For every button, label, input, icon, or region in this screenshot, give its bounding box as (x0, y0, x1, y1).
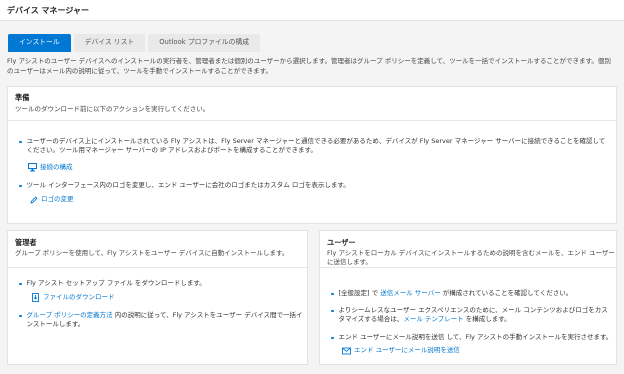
user-subtitle: Fly アシストをローカル デバイスにインストールするための説明を含むメールを、… (327, 249, 615, 267)
list-item: ユーザーのデバイス上にインストールされている Fly アシストは、Fly Ser… (19, 137, 609, 156)
file-download-icon (32, 293, 39, 303)
tab-install[interactable]: インストール (8, 34, 71, 52)
send-mail-icon (342, 347, 351, 355)
tab-device-list[interactable]: デバイス リスト (73, 34, 146, 52)
prep-item2-text: ツール インターフェース内のロゴを変更し、エンド ユーザーに会社のロゴまたはカス… (26, 181, 350, 189)
admin-item2-text: グループ ポリシーの定義方法 内の説明に従って、Fly アシストをユーザー デバ… (27, 311, 310, 330)
prep-title: 準備 (15, 93, 30, 102)
divider (8, 267, 307, 268)
bullet-dot (19, 282, 22, 285)
user-item3-text: エンド ユーザーにメール説明を送信 して、Fly アシストの手動インストールを実… (338, 333, 613, 341)
admin-panel: 管理者 グループ ポリシーを使用して、Fly アシストをユーザー デバイスに自動… (7, 230, 308, 365)
outgoing-mail-server-link[interactable]: 送信メール サーバー (380, 289, 441, 297)
bullet-dot (19, 184, 22, 187)
download-file-link[interactable]: ファイルのダウンロード (32, 293, 115, 303)
list-item: エンド ユーザーにメール説明を送信 して、Fly アシストの手動インストールを実… (331, 333, 613, 342)
email-template-link[interactable]: メール テンプレート (403, 315, 463, 323)
prep-panel: 準備 ツールのダウンロード前に以下のアクションを実行してください。 ユーザーのデ… (7, 86, 617, 224)
user-title: ユーザー (327, 238, 356, 247)
tab-bar: インストール デバイス リスト Outlook プロファイルの構成 (8, 34, 263, 52)
page-title: デバイス マネージャー (7, 6, 89, 15)
send-email-instructions-link[interactable]: エンド ユーザーにメール説明を送信 (342, 346, 460, 355)
user-item1-post: が構成されていることを確認してください。 (440, 289, 573, 297)
user-item2-post: を構成します。 (463, 315, 511, 324)
list-item: よりシームレスなユーザー エクスペリエンスのために、メール コンテンツおよびロゴ… (331, 306, 613, 325)
send-email-instructions-label: エンド ユーザーにメール説明を送信 (354, 346, 460, 354)
change-logo-label: ロゴの変更 (41, 195, 74, 203)
prep-item1-text: ユーザーのデバイス上にインストールされている Fly アシストは、Fly Ser… (26, 137, 606, 155)
top-bar: デバイス マネージャー (0, 0, 624, 21)
user-panel: ユーザー Fly アシストをローカル デバイスにインストールするための説明を含む… (319, 230, 617, 365)
user-item1-text: [全般設定] で 送信メール サーバー が構成されていることを確認してください。 (339, 289, 573, 298)
intro-text: Fly アシストのユーザー デバイスへのインストールの実行者を、管理者または個別… (7, 57, 611, 75)
admin-item1-text: Fly アシスト セットアップ ファイル をダウンロードします。 (26, 279, 206, 287)
bullet-dot (331, 309, 334, 312)
admin-subtitle: グループ ポリシーを使用して、Fly アシストをユーザー デバイスに自動インスト… (15, 249, 289, 257)
tab-outlook-profile[interactable]: Outlook プロファイルの構成 (148, 34, 260, 52)
download-file-label: ファイルのダウンロード (43, 293, 115, 301)
bullet-dot (19, 314, 22, 317)
user-item2-text: よりシームレスなユーザー エクスペリエンスのために、メール コンテンツおよびロゴ… (339, 306, 614, 325)
bullet-dot (331, 292, 334, 295)
configure-connection-label: 接続の構成 (40, 163, 73, 171)
pencil-icon (30, 196, 38, 204)
prep-subtitle: ツールのダウンロード前に以下のアクションを実行してください。 (15, 105, 210, 113)
list-item: Fly アシスト セットアップ ファイル をダウンロードします。 (19, 279, 304, 288)
bullet-dot (19, 140, 22, 143)
list-item: ツール インターフェース内のロゴを変更し、エンド ユーザーに会社のロゴまたはカス… (19, 181, 609, 190)
divider (320, 267, 616, 268)
list-item: [全般設定] で 送信メール サーバー が構成されていることを確認してください。 (331, 289, 613, 298)
group-policy-link[interactable]: グループ ポリシーの定義方法 (27, 311, 113, 319)
change-logo-link[interactable]: ロゴの変更 (30, 195, 74, 204)
bullet-dot (331, 336, 334, 339)
configure-connection-link[interactable]: 接続の構成 (28, 163, 73, 172)
user-item1-pre: [全般設定] で (338, 289, 381, 297)
divider (8, 120, 616, 121)
admin-title: 管理者 (15, 238, 37, 247)
network-icon (28, 163, 37, 172)
list-item: グループ ポリシーの定義方法 内の説明に従って、Fly アシストをユーザー デバ… (19, 311, 309, 330)
